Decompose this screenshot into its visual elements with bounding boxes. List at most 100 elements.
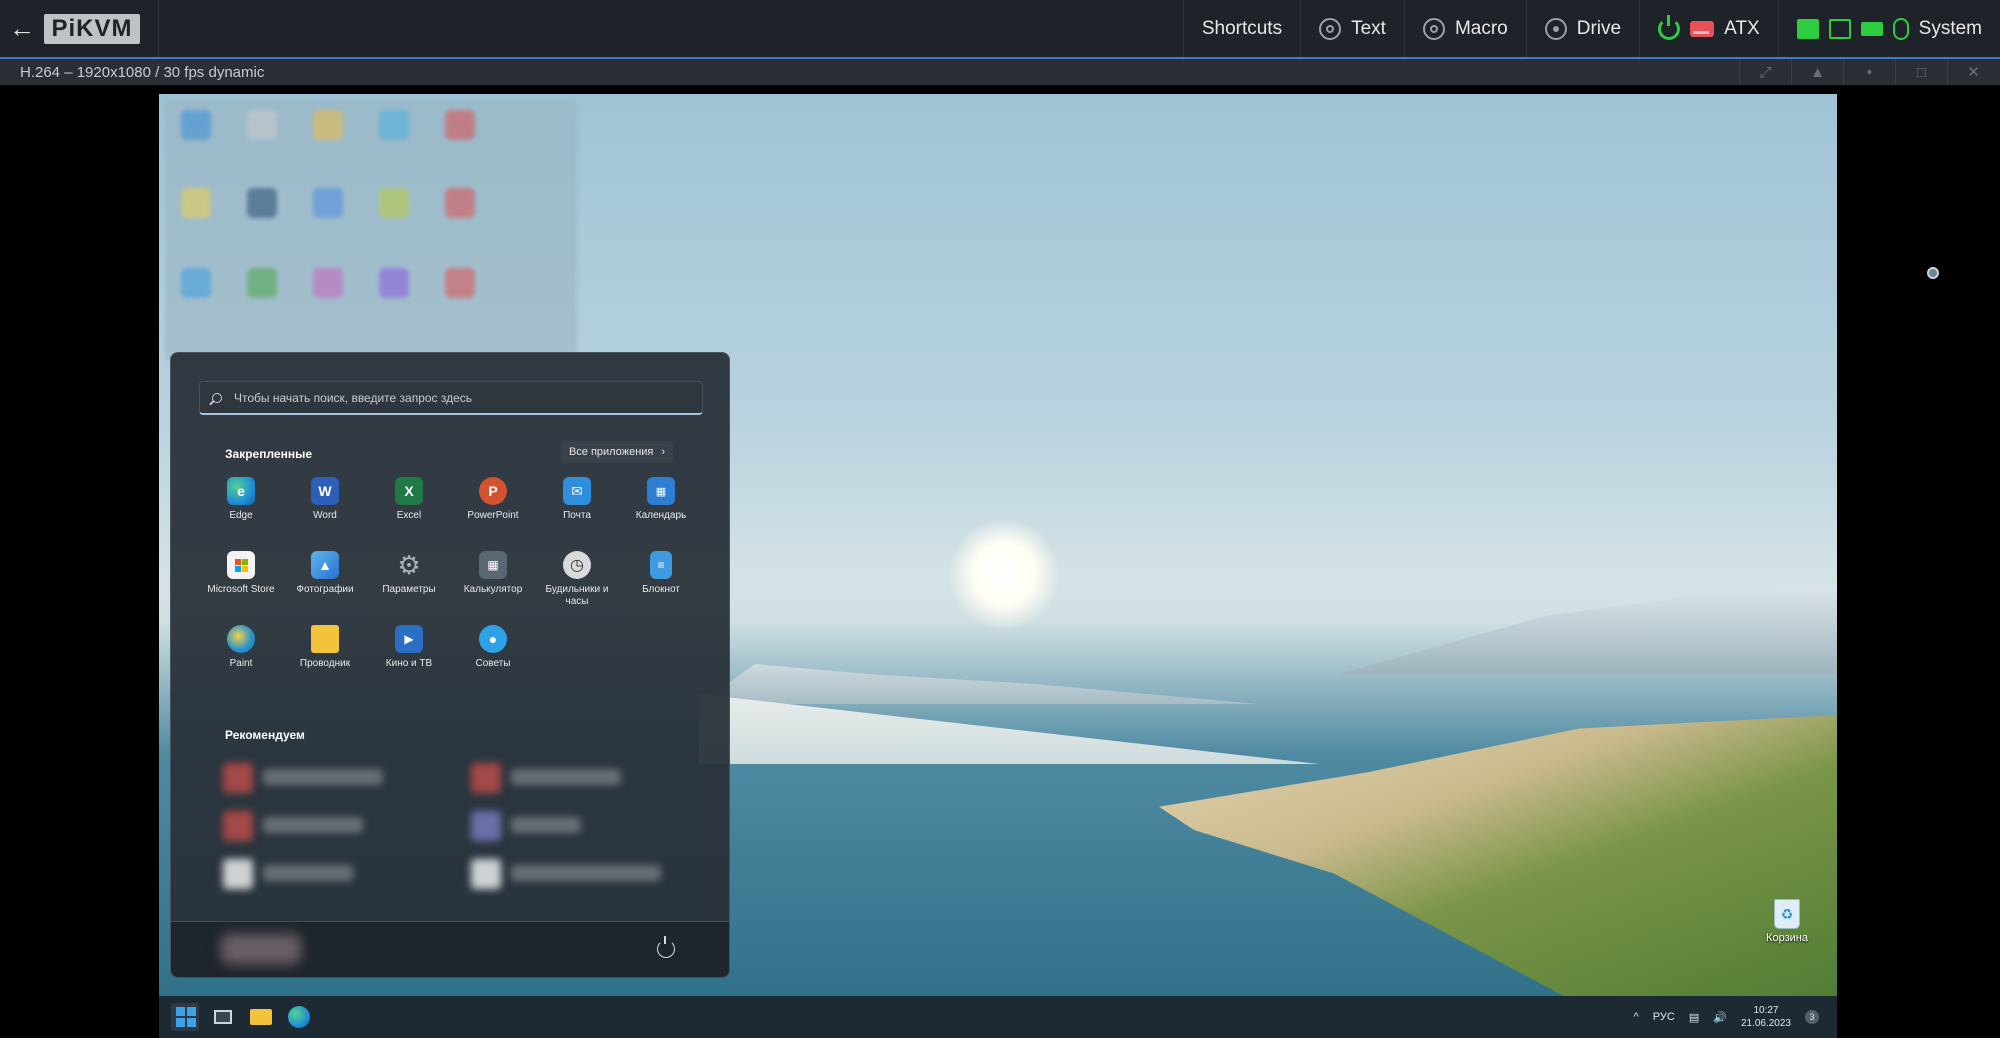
menu-system[interactable]: System: [1777, 0, 2000, 57]
app-notepad[interactable]: ≡ Блокнот: [619, 547, 703, 609]
all-apps-button[interactable]: Все приложения ›: [561, 441, 673, 463]
pikvm-logo: PiKVM: [44, 13, 140, 44]
mouse-icon: [1892, 17, 1909, 40]
app-label: Word: [313, 510, 337, 521]
clock[interactable]: 10:27 21.06.2023: [1741, 1004, 1791, 1030]
drive-icon: [1544, 17, 1567, 40]
edge-icon: e: [227, 477, 255, 505]
app-calculator[interactable]: ▦ Калькулятор: [451, 547, 535, 609]
app-excel[interactable]: X Excel: [367, 473, 451, 535]
app-label: Календарь: [635, 510, 687, 521]
menu-macro[interactable]: Macro: [1403, 0, 1526, 57]
dot-icon[interactable]: •: [1843, 59, 1895, 85]
app-powerpoint[interactable]: P PowerPoint: [451, 473, 535, 535]
app-label: Проводник: [299, 658, 351, 669]
app-explorer[interactable]: Проводник: [283, 621, 367, 683]
app-mail[interactable]: ✉ Почта: [535, 473, 619, 535]
monitor-icon: [1828, 18, 1851, 39]
notification-badge[interactable]: 3: [1805, 1010, 1819, 1024]
chevron-up-icon[interactable]: ^: [1634, 1011, 1639, 1023]
app-microsoft-store[interactable]: Microsoft Store: [199, 547, 283, 609]
app-word[interactable]: W Word: [283, 473, 367, 535]
gear-icon: [1319, 17, 1342, 40]
app-label: Paint: [229, 658, 253, 669]
all-apps-label: Все приложения: [568, 446, 654, 458]
photos-icon: ▲: [311, 551, 339, 579]
clock-date: 21.06.2023: [1740, 1018, 1791, 1029]
app-settings[interactable]: ⚙ Параметры: [367, 547, 451, 609]
divider: [158, 0, 159, 57]
recommended-heading: Рекомендуем: [225, 728, 305, 742]
start-menu-footer: [171, 921, 729, 977]
edge-icon[interactable]: [285, 1003, 313, 1031]
stream-info: H.264 – 1920x1080 / 30 fps dynamic: [20, 63, 265, 81]
recommended-item-blurred: [263, 817, 363, 833]
desktop-icons-blurred: [165, 100, 577, 360]
app-label: Фотографии: [296, 584, 354, 595]
start-menu: Закрепленные Все приложения › e Edge W W…: [170, 352, 730, 978]
recommended-item-blurred: [511, 769, 621, 785]
windows-start-icon[interactable]: [171, 1003, 199, 1031]
app-label: Советы: [475, 658, 511, 669]
clock-time: 10:27: [1753, 1005, 1779, 1016]
file-explorer-icon[interactable]: [247, 1003, 275, 1031]
recommended-item-blurred: [511, 817, 581, 833]
back-arrow-icon[interactable]: ←: [0, 0, 44, 57]
recycle-bin[interactable]: ♻ Корзина: [1765, 899, 1809, 944]
menu-macro-label: Macro: [1454, 17, 1508, 39]
keyboard-icon: [1860, 21, 1883, 36]
volume-icon[interactable]: 🔊: [1713, 1011, 1727, 1024]
folder-icon: [311, 625, 339, 653]
warning-icon[interactable]: ▲: [1791, 59, 1843, 85]
start-search-box[interactable]: [199, 381, 703, 415]
app-label: Будильники и часы: [545, 584, 609, 607]
menu-atx[interactable]: ATX: [1639, 0, 1778, 57]
menu-system-label: System: [1918, 17, 1982, 39]
recommended-item-blurred: [263, 769, 383, 785]
recommended-item-blurred: [223, 811, 253, 841]
close-icon[interactable]: ✕: [1947, 59, 1999, 85]
menu-shortcuts[interactable]: Shortcuts: [1182, 0, 1300, 57]
gear-icon: [1422, 17, 1445, 40]
app-photos[interactable]: ▲ Фотографии: [283, 547, 367, 609]
app-label: Excel: [396, 510, 422, 521]
wallpaper-shore: [699, 694, 1319, 764]
clock-icon: ◷: [563, 551, 591, 579]
remote-screen[interactable]: ♻ Корзина Закрепленные Все приложения › …: [159, 94, 1837, 1038]
app-clock[interactable]: ◷ Будильники и часы: [535, 547, 619, 609]
recommended-item-blurred: [263, 865, 353, 881]
calculator-icon: ▦: [479, 551, 507, 579]
app-edge[interactable]: e Edge: [199, 473, 283, 535]
power-status-icon: [1658, 14, 1681, 40]
stream-window-header[interactable]: H.264 – 1920x1080 / 30 fps dynamic ⤢ ▲ •…: [0, 57, 2000, 85]
recommended-item-blurred: [223, 859, 253, 889]
power-icon[interactable]: [657, 936, 675, 958]
pinned-heading: Закрепленные: [225, 447, 313, 461]
menu-drive[interactable]: Drive: [1525, 0, 1639, 57]
app-movies-tv[interactable]: ▶ Кино и ТВ: [367, 621, 451, 683]
app-tips[interactable]: ● Советы: [451, 621, 535, 683]
menu-shortcuts-label: Shortcuts: [1201, 17, 1283, 39]
fullscreen-icon[interactable]: ⤢: [1739, 59, 1791, 85]
app-calendar[interactable]: ▦ Календарь: [619, 473, 703, 535]
powerpoint-icon: P: [479, 477, 507, 505]
recommended-item-blurred: [471, 811, 501, 841]
wallpaper-mountain: [1339, 584, 1837, 674]
settings-icon: ⚙: [397, 549, 421, 580]
network-icon[interactable]: ▤: [1689, 1011, 1699, 1024]
maximize-icon[interactable]: □: [1895, 59, 1947, 85]
user-account-blurred[interactable]: [221, 934, 301, 964]
language-indicator[interactable]: РУС: [1653, 1011, 1675, 1023]
recommended-item-blurred: [223, 763, 253, 793]
windows-taskbar: ^ РУС ▤ 🔊 10:27 21.06.2023 3: [159, 996, 1837, 1038]
calendar-icon: ▦: [647, 477, 675, 505]
network-icon: [1796, 18, 1819, 39]
wallpaper-mountain: [699, 664, 1259, 704]
menu-text[interactable]: Text: [1300, 0, 1404, 57]
task-view-icon[interactable]: [209, 1003, 237, 1031]
start-search-input[interactable]: [234, 390, 674, 405]
recommended-item-blurred: [471, 763, 501, 793]
play-icon: ▶: [395, 625, 423, 653]
app-label: Калькулятор: [463, 584, 523, 595]
app-paint[interactable]: Paint: [199, 621, 283, 683]
